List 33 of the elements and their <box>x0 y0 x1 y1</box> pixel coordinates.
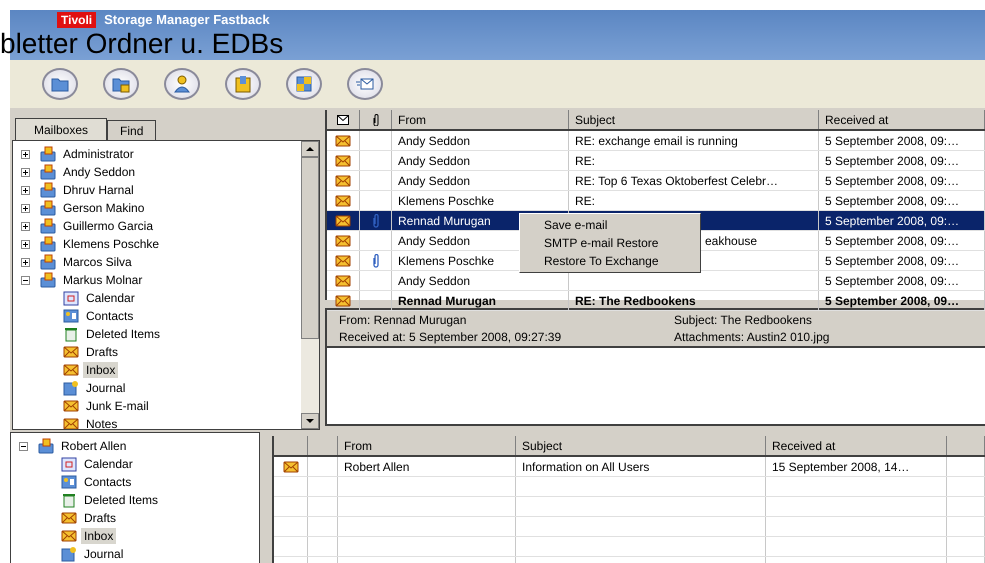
sender-text: Robert Allen <box>344 460 410 474</box>
subject-text: RE: Top 6 Texas Oktoberfest Celebr… <box>575 174 778 188</box>
subject-text: RE: The Redbookens <box>575 294 696 308</box>
sender-text: Andy Seddon <box>398 154 470 168</box>
preview-from: From: Rennad Murugan <box>339 313 468 327</box>
date-text: 5 September 2008, 09:… <box>825 134 960 148</box>
subject-text: RE: <box>575 194 596 208</box>
date-text: 5 September 2008, 09:… <box>825 154 960 168</box>
subject-text: RE: <box>575 154 596 168</box>
sender-text: Andy Seddon <box>398 134 470 148</box>
subject-text: RE: exchange email is running <box>575 134 738 148</box>
subject-text: eakhouse <box>705 234 758 248</box>
preview-subject: Subject: The Redbookens <box>674 313 813 327</box>
date-text: 5 September 2008, 09:… <box>825 274 960 288</box>
sender-text: Andy Seddon <box>398 174 470 188</box>
date-text: 5 September 2008, 09:… <box>825 214 960 228</box>
sender-text: Rennad Murugan <box>398 294 496 308</box>
brand-logo: Tivoli <box>57 12 96 28</box>
date-text: 5 September 2008, 09:… <box>825 254 960 268</box>
sender-text: Klemens Poschke <box>398 194 494 208</box>
date-text: 5 September 2008, 09:… <box>825 234 960 248</box>
date-text: 5 September 2008, 09:… <box>825 174 960 188</box>
preview-received: Received at: 5 September 2008, 09:27:39 <box>339 330 562 344</box>
sender-text: Andy Seddon <box>398 274 470 288</box>
sender-text: Rennad Murugan <box>398 214 491 228</box>
preview-attachments: Attachments: Austin2 010.jpg <box>674 330 830 344</box>
date-text: 5 September 2008, 09… <box>825 294 960 308</box>
date-text: 15 September 2008, 14… <box>772 460 910 474</box>
product-name: Storage Manager Fastback <box>104 12 270 28</box>
subject-text: Information on All Users <box>522 460 650 474</box>
sender-text: Klemens Poschke <box>398 254 494 268</box>
date-text: 5 September 2008, 09:… <box>825 194 960 208</box>
sender-text: Andy Seddon <box>398 234 470 248</box>
